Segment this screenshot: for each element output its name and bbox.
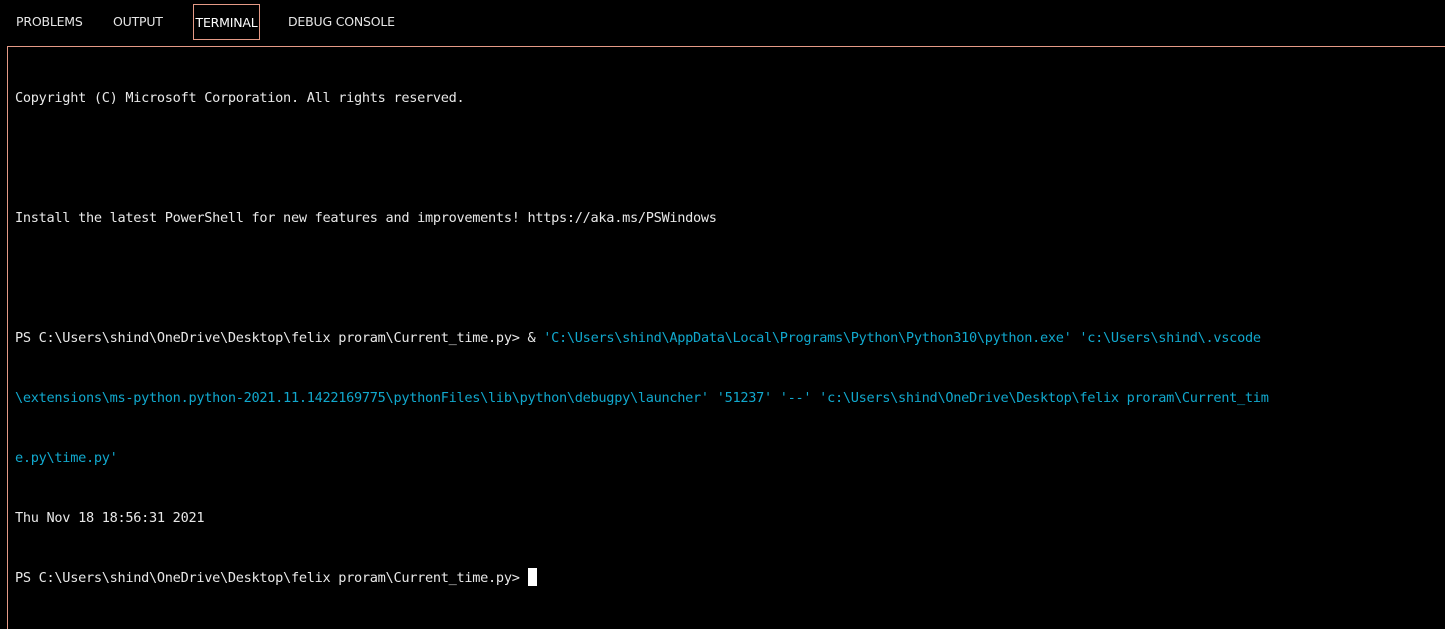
terminal-content: Copyright (C) Microsoft Corporation. All… xyxy=(15,48,1445,628)
program-output-line: Thu Nov 18 18:56:31 2021 xyxy=(15,510,205,526)
command-line: PS C:\Users\shind\OneDrive\Desktop\felix… xyxy=(15,328,1445,348)
call-operator: & xyxy=(519,330,536,346)
tab-debug-console[interactable]: DEBUG CONSOLE xyxy=(288,4,395,40)
command-continuation-line: e.py\time.py' xyxy=(15,450,118,466)
copyright-line: Copyright (C) Microsoft Corporation. All… xyxy=(15,90,465,106)
tab-terminal[interactable]: TERMINAL xyxy=(193,4,260,40)
tab-problems[interactable]: PROBLEMS xyxy=(16,4,83,40)
install-notice-line: Install the latest PowerShell for new fe… xyxy=(15,210,717,226)
panel-tab-bar: PROBLEMS OUTPUT TERMINAL DEBUG CONSOLE xyxy=(0,0,1445,44)
terminal-output-area[interactable]: Copyright (C) Microsoft Corporation. All… xyxy=(7,46,1445,629)
command-continuation-line: \extensions\ms-python.python-2021.11.142… xyxy=(15,390,1269,406)
prompt-text: PS C:\Users\shind\OneDrive\Desktop\felix… xyxy=(15,330,520,346)
terminal-panel: PROBLEMS OUTPUT TERMINAL DEBUG CONSOLE C… xyxy=(0,0,1445,629)
final-prompt-text: PS C:\Users\shind\OneDrive\Desktop\felix… xyxy=(15,570,520,586)
current-prompt-line[interactable]: PS C:\Users\shind\OneDrive\Desktop\felix… xyxy=(15,568,1445,588)
tab-output[interactable]: OUTPUT xyxy=(113,4,163,40)
command-args: 'C:\Users\shind\AppData\Local\Programs\P… xyxy=(535,330,1261,346)
text-cursor xyxy=(527,568,537,586)
